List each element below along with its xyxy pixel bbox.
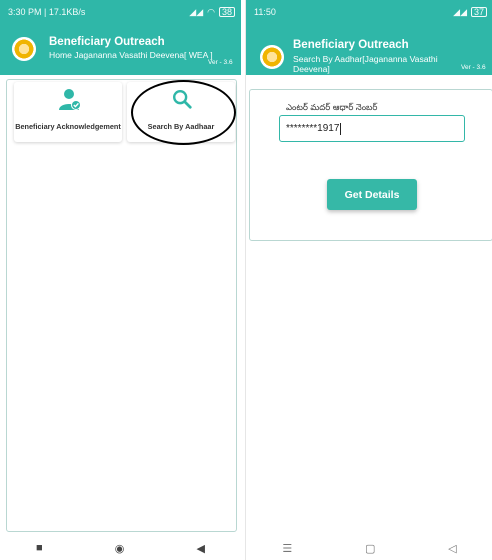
- battery-icon: 38: [219, 7, 235, 17]
- version-label: Ver - 3.6: [461, 64, 486, 71]
- status-bar: 11:50 ◢◢ 37: [254, 6, 487, 18]
- tile-label: Beneficiary Acknowledgement: [15, 122, 121, 131]
- aadhaar-input-value: ********1917: [286, 123, 340, 134]
- aadhaar-field-label: ఎంటర్ మదర్ ఆధార్ నెంబర్: [286, 102, 378, 112]
- app-title: Beneficiary Outreach: [293, 39, 409, 51]
- app-logo: [12, 37, 36, 61]
- status-time: 11:50: [254, 7, 276, 17]
- text-cursor: [340, 122, 342, 135]
- left-screen: 3:30 PM | 17.1KB/s ◢◢ ◠ 38 Beneficiary O…: [0, 0, 241, 560]
- home-button[interactable]: ▢: [365, 542, 375, 555]
- status-bar: 3:30 PM | 17.1KB/s ◢◢ ◠ 38: [8, 6, 235, 18]
- battery-icon: 37: [471, 7, 487, 17]
- app-subtitle-line1: Search By Aadhar[Jagananna Vasathi: [293, 54, 438, 64]
- annotation-circle: [131, 80, 236, 145]
- back-button[interactable]: ◀: [196, 542, 204, 555]
- get-details-button[interactable]: Get Details: [327, 179, 417, 210]
- signal-icon: ◢◢: [189, 6, 204, 17]
- back-button[interactable]: ◁: [448, 542, 456, 555]
- wifi-icon: ◠: [207, 6, 215, 17]
- app-subtitle: Home Jagananna Vasathi Deevena[ WEA ]: [49, 50, 213, 60]
- status-time: 3:30 PM | 17.1KB/s: [8, 7, 86, 17]
- right-screen: 11:50 ◢◢ 37 Beneficiary Outreach Search …: [245, 0, 492, 560]
- signal-icon: ◢◢: [453, 6, 467, 17]
- recents-button[interactable]: ■: [36, 542, 43, 554]
- aadhaar-input[interactable]: ********1917: [279, 115, 465, 142]
- tile-beneficiary-acknowledgement[interactable]: Beneficiary Acknowledgement: [14, 82, 122, 142]
- version-label: Ver - 3.6: [208, 59, 233, 66]
- system-nav-bar: ☰ ▢ ◁: [246, 536, 492, 560]
- app-title: Beneficiary Outreach: [49, 36, 165, 48]
- app-header: 11:50 ◢◢ 37 Beneficiary Outreach Search …: [246, 0, 492, 75]
- app-subtitle-line2: Deevena]: [293, 64, 330, 74]
- recents-button[interactable]: ☰: [282, 542, 292, 555]
- home-content: [6, 79, 237, 532]
- app-logo: [260, 45, 284, 69]
- app-header: 3:30 PM | 17.1KB/s ◢◢ ◠ 38 Beneficiary O…: [0, 0, 241, 75]
- home-button[interactable]: ◉: [115, 542, 125, 555]
- user-check-icon: [59, 89, 81, 110]
- system-nav-bar: ■ ◉ ◀: [0, 536, 241, 560]
